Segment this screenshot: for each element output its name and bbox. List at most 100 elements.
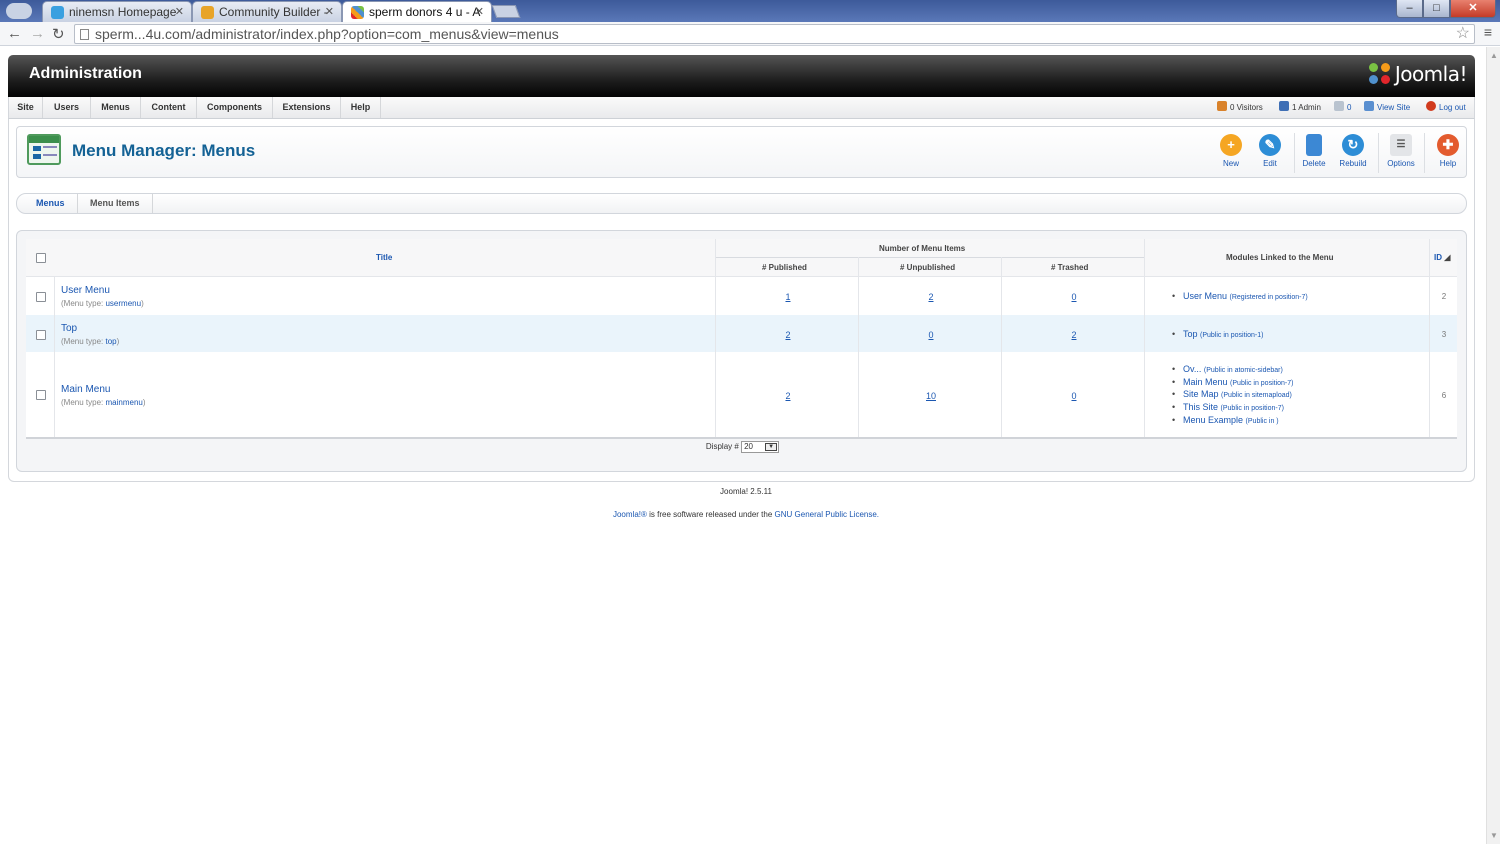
browser-tab-community-builder[interactable]: Community Builder - ✕	[192, 1, 342, 22]
trashed-count-link[interactable]: 0	[1054, 292, 1094, 302]
menu-type-value: top	[105, 337, 117, 346]
module-detail: (Public in position-7)	[1230, 379, 1294, 387]
page-content: Administration Joomla! Site Users Menus …	[0, 47, 1486, 844]
menu-site[interactable]: Site	[9, 97, 43, 118]
select-all-checkbox[interactable]	[36, 253, 46, 263]
refresh-icon: ↻	[1342, 134, 1364, 156]
tab-close-icon[interactable]: ✕	[325, 5, 334, 18]
menu-extensions[interactable]: Extensions	[273, 97, 341, 118]
forward-arrow-icon[interactable]: →	[30, 25, 45, 42]
menu-menus[interactable]: Menus	[91, 97, 141, 118]
joomla-link[interactable]: Joomla!®	[613, 510, 647, 519]
menu-components[interactable]: Components	[197, 97, 273, 118]
linked-module-item[interactable]: This Site (Public in position-7)	[1172, 402, 1293, 415]
menu-type: (Menu type: top)	[61, 337, 119, 346]
minimize-button[interactable]: –	[1396, 0, 1423, 18]
linked-module-item[interactable]: Top (Public in position-1)	[1172, 329, 1263, 342]
help-label: Help	[1439, 159, 1457, 168]
edit-button[interactable]: ✎ Edit	[1250, 134, 1290, 168]
unpublished-count-link[interactable]: 0	[911, 330, 951, 340]
reload-icon[interactable]: ↻	[52, 25, 65, 43]
browser-profile-icon[interactable]	[6, 3, 32, 19]
tab-menus[interactable]: Menus	[24, 194, 78, 213]
module-name: Main Menu	[1183, 376, 1228, 387]
back-arrow-icon[interactable]: ←	[7, 25, 22, 42]
published-count-link[interactable]: 2	[768, 391, 808, 401]
ninemsn-favicon-icon	[51, 6, 64, 19]
messages-status[interactable]: 0	[1334, 97, 1351, 118]
license-notice: Joomla!® is free software released under…	[0, 510, 1492, 519]
address-bar[interactable]: sperm...4u.com/administrator/index.php?o…	[74, 24, 1475, 44]
toolbar-divider	[1424, 133, 1425, 173]
bookmark-star-icon[interactable]: ☆	[1456, 23, 1470, 43]
help-button[interactable]: ✚ Help	[1428, 134, 1468, 168]
joomla-favicon-icon	[351, 6, 364, 19]
view-site-link[interactable]: View Site	[1364, 97, 1410, 118]
options-button[interactable]: ☰ Options	[1381, 134, 1421, 168]
menu-title-link[interactable]: Main Menu	[61, 384, 110, 395]
view-site-label[interactable]: View Site	[1377, 103, 1410, 112]
tab-close-icon[interactable]: ✕	[175, 5, 184, 18]
title-column-header[interactable]: Title	[376, 253, 392, 262]
new-button[interactable]: + New	[1211, 134, 1251, 168]
linked-module-item[interactable]: User Menu (Registered in position-7)	[1172, 291, 1308, 304]
scroll-up-icon[interactable]: ▲	[1490, 51, 1498, 60]
new-tab-button[interactable]	[491, 5, 521, 18]
menu-type-suffix: )	[142, 398, 146, 407]
logout-label[interactable]: Log out	[1439, 103, 1466, 112]
row-checkbox[interactable]	[36, 390, 46, 400]
delete-button[interactable]: Delete	[1294, 134, 1334, 168]
close-window-button[interactable]: ✕	[1450, 0, 1496, 18]
unpublished-count-link[interactable]: 2	[911, 292, 951, 302]
menu-type-value: mainmenu	[105, 398, 143, 407]
published-count-link[interactable]: 2	[768, 330, 808, 340]
row-checkbox[interactable]	[36, 330, 46, 340]
maximize-button[interactable]: □	[1423, 0, 1450, 18]
browser-tabstrip: ninemsn Homepage ✕ Community Builder - ✕…	[0, 0, 1500, 22]
trashed-count-link[interactable]: 0	[1054, 391, 1094, 401]
menu-type-suffix: )	[141, 299, 144, 308]
id-column-header[interactable]: ID ◢	[1434, 253, 1450, 262]
module-detail: (Public in position-1)	[1200, 332, 1264, 339]
logout-icon	[1426, 101, 1436, 111]
linked-module-item[interactable]: Site Map (Public in sitemapload)	[1172, 389, 1293, 402]
vertical-scrollbar[interactable]: ▲ ▼	[1486, 47, 1500, 844]
messages-count[interactable]: 0	[1347, 103, 1351, 112]
unpublished-count-link[interactable]: 10	[911, 391, 951, 401]
linked-module-item[interactable]: Ov... (Public in atomic-sidebar)	[1172, 364, 1293, 377]
trashed-count-link[interactable]: 2	[1054, 330, 1094, 340]
messages-icon	[1334, 101, 1344, 111]
menu-help[interactable]: Help	[341, 97, 381, 118]
tab-menu-items[interactable]: Menu Items	[78, 194, 153, 213]
options-icon: ☰	[1390, 134, 1412, 156]
modules-column-header: Modules Linked to the Menu	[1226, 253, 1334, 262]
column-divider	[1001, 257, 1002, 437]
menu-title-link[interactable]: User Menu	[61, 285, 110, 296]
linked-module-item[interactable]: Main Menu (Public in position-7)	[1172, 377, 1293, 390]
browser-tab-ninemsn[interactable]: ninemsn Homepage ✕	[42, 1, 192, 22]
rebuild-button[interactable]: ↻ Rebuild	[1333, 134, 1373, 168]
published-count-link[interactable]: 1	[768, 292, 808, 302]
row-checkbox[interactable]	[36, 292, 46, 302]
display-limit-select[interactable]: 20 ▼	[741, 441, 780, 453]
menu-title-link[interactable]: Top	[61, 323, 77, 334]
gpl-license-link[interactable]: GNU General Public License.	[775, 510, 880, 519]
menu-id: 6	[1441, 391, 1447, 400]
joomla-logo[interactable]: Joomla!	[1368, 62, 1468, 86]
tab-close-icon[interactable]: ✕	[475, 5, 484, 18]
browser-menu-icon[interactable]: ≡	[1484, 24, 1492, 40]
admin-title: Administration	[29, 65, 142, 82]
menu-users[interactable]: Users	[43, 97, 91, 118]
admin-menubar: Site Users Menus Content Components Exte…	[8, 97, 1475, 119]
module-name: Site Map	[1183, 389, 1219, 400]
menu-content[interactable]: Content	[141, 97, 197, 118]
column-divider	[715, 239, 716, 437]
admin-header: Administration Joomla!	[8, 55, 1475, 99]
row-divider	[26, 276, 1457, 277]
browser-tab-sperm-donors[interactable]: sperm donors 4 u - A ✕	[342, 1, 492, 22]
logout-link[interactable]: Log out	[1426, 97, 1466, 118]
scroll-down-icon[interactable]: ▼	[1490, 831, 1498, 840]
linked-module-item[interactable]: Menu Example (Public in )	[1172, 415, 1293, 428]
window-controls: – □ ✕	[1396, 0, 1496, 18]
module-name: Menu Example	[1183, 414, 1244, 425]
